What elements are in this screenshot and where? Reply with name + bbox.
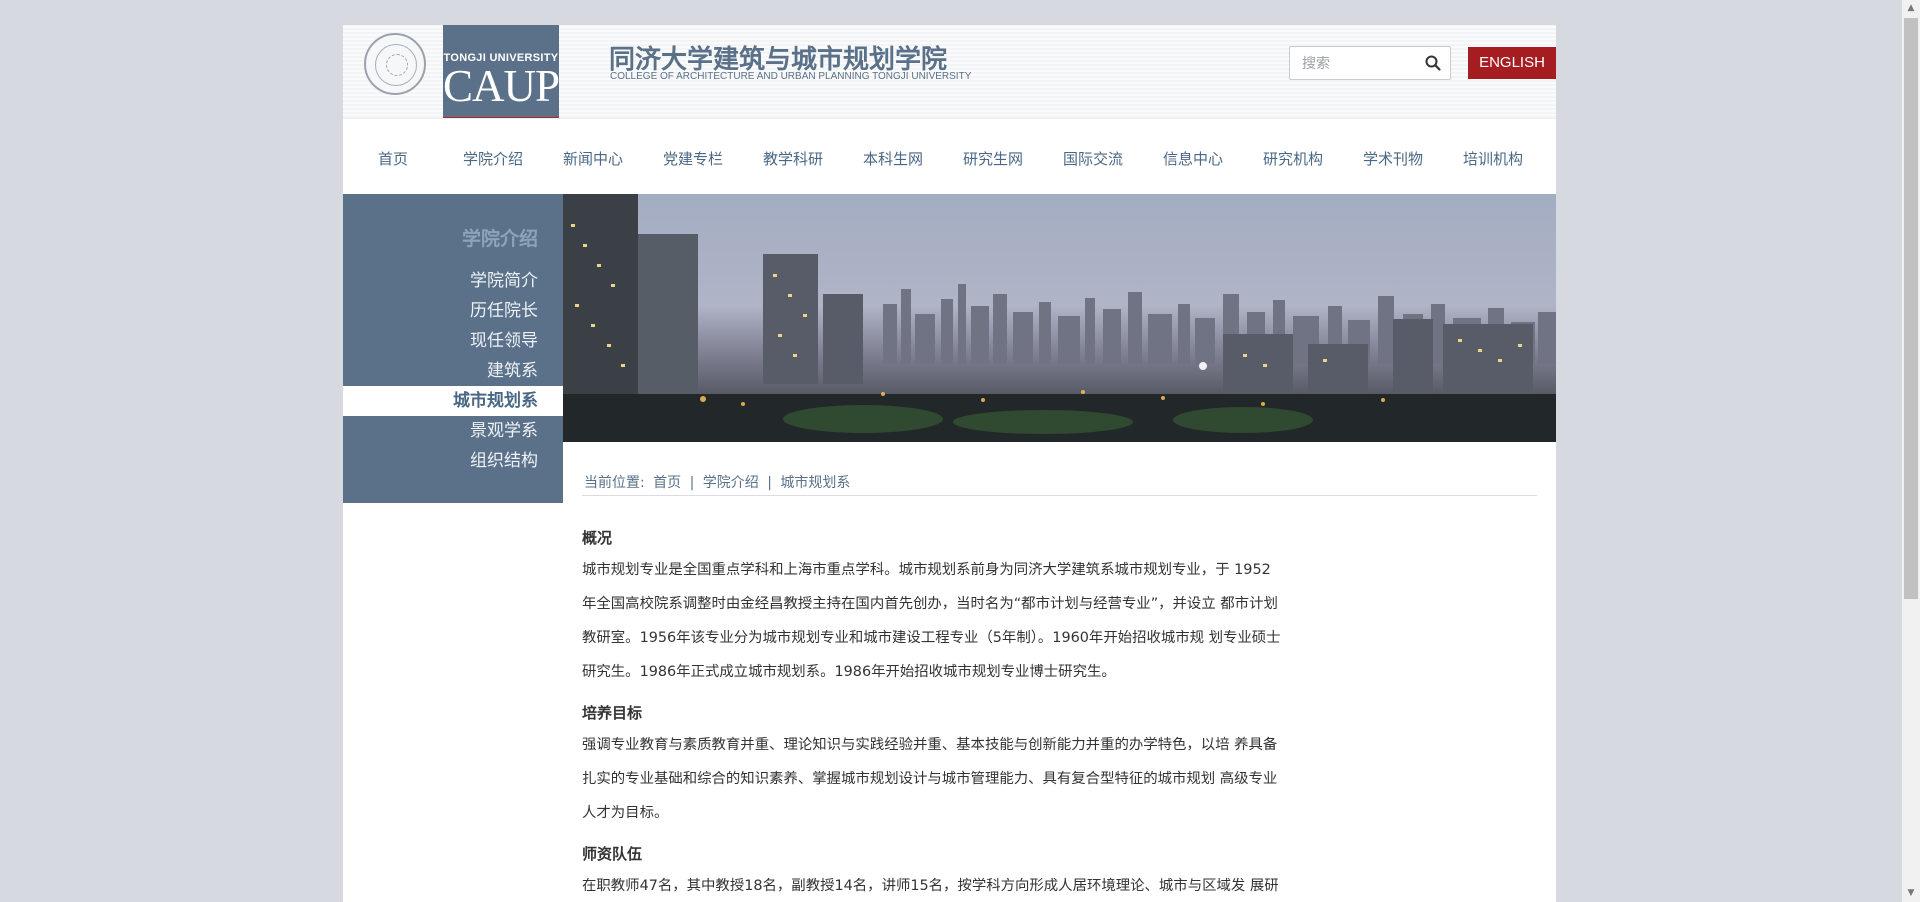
search-input[interactable] <box>1300 54 1414 74</box>
scroll-down-arrow-icon[interactable]: ▼ <box>1902 885 1920 902</box>
section-body-overview: 城市规划专业是全国重点学科和上海市重点学科。城市规划系前身为同济大学建筑系城市规… <box>582 553 1377 689</box>
nav-item-graduate[interactable]: 研究生网 <box>943 119 1043 199</box>
breadcrumb-prefix: 当前位置: <box>584 475 645 491</box>
paragraph-line: 教研室。1956年该专业分为城市规划专业和城市建设工程专业（5年制）。1960年… <box>582 630 1281 646</box>
paragraph-line: 研究生。1986年正式成立城市规划系。1986年开始招收城市规划专业博士研究生。 <box>582 664 1116 680</box>
paragraph-line: 强调专业教育与素质教育并重、理论知识与实践经验并重、基本技能与创新能力并重的办学… <box>582 737 1278 753</box>
nav-item-research-institutes[interactable]: 研究机构 <box>1243 119 1343 199</box>
nav-item-info-center[interactable]: 信息中心 <box>1143 119 1243 199</box>
sidebar: 学院介绍 学院简介 历任院长 现任领导 建筑系 城市规划系 景观学系 组织结构 <box>343 194 563 503</box>
english-button[interactable]: ENGLISH <box>1468 47 1556 79</box>
paragraph-line: 年全国高校院系调整时由金经昌教授主持在国内首先创办，当时名为“都市计划与经营专业… <box>582 596 1278 612</box>
scrollbar-thumb[interactable] <box>1904 18 1918 599</box>
paragraph-line: 城市规划专业是全国重点学科和上海市重点学科。城市规划系前身为同济大学建筑系城市规… <box>582 562 1271 578</box>
search-icon[interactable] <box>1424 54 1442 72</box>
paragraph-line: 扎实的专业基础和综合的知识素养、掌握城市规划设计与城市管理能力、具有复合型特征的… <box>582 771 1278 787</box>
scroll-up-arrow-icon[interactable]: ▲ <box>1902 0 1920 17</box>
sidebar-item-urban-planning[interactable]: 城市规划系 <box>343 386 563 416</box>
nav-item-news[interactable]: 新闻中心 <box>543 119 643 199</box>
breadcrumb-item-about[interactable]: 学院介绍 <box>703 475 759 491</box>
page-scrollbar[interactable]: ▲ ▼ <box>1902 0 1920 902</box>
breadcrumb-separator: | <box>767 475 772 491</box>
sidebar-item-former-deans[interactable]: 历任院长 <box>343 296 563 326</box>
sidebar-title: 学院介绍 <box>461 228 538 250</box>
breadcrumb-divider <box>582 495 1537 496</box>
paragraph-line: 人才为目标。 <box>582 805 669 821</box>
sidebar-item-architecture[interactable]: 建筑系 <box>343 356 563 386</box>
sidebar-item-current-leaders[interactable]: 现任领导 <box>343 326 563 356</box>
campus-banner-image <box>563 194 1556 442</box>
nav-item-party[interactable]: 党建专栏 <box>643 119 743 199</box>
breadcrumb-separator: | <box>689 475 695 491</box>
sidebar-item-organization[interactable]: 组织结构 <box>343 446 563 476</box>
sidebar-item-overview[interactable]: 学院简介 <box>343 266 563 296</box>
nav-item-training[interactable]: 培训机构 <box>1443 119 1543 199</box>
breadcrumb-item-urban-planning[interactable]: 城市规划系 <box>780 475 850 491</box>
nav-item-home[interactable]: 首页 <box>343 119 443 199</box>
main-nav: 首页 学院介绍 新闻中心 党建专栏 教学科研 本科生网 研究生网 国际交流 信息… <box>343 118 1556 199</box>
sidebar-item-landscape[interactable]: 景观学系 <box>343 416 563 446</box>
nav-item-undergraduate[interactable]: 本科生网 <box>843 119 943 199</box>
paragraph-line: 在职教师47名，其中教授18名，副教授14名，讲师15名，按学科方向形成人居环境… <box>582 878 1279 894</box>
section-body-training-goals: 强调专业教育与素质教育并重、理论知识与实践经验并重、基本技能与创新能力并重的办学… <box>582 728 1377 830</box>
search-box <box>1289 46 1451 80</box>
university-seal-logo[interactable] <box>364 33 426 95</box>
college-name-en: COLLEGE OF ARCHITECTURE AND URBAN PLANNI… <box>610 71 972 82</box>
section-title-overview: 概况 <box>582 529 613 547</box>
city-skyline-illustration <box>563 194 1556 442</box>
nav-item-journals[interactable]: 学术刊物 <box>1343 119 1443 199</box>
nav-item-about[interactable]: 学院介绍 <box>443 119 543 199</box>
nav-item-teaching-research[interactable]: 教学科研 <box>743 119 843 199</box>
breadcrumb: 当前位置: 首页 | 学院介绍 | 城市规划系 <box>582 472 852 492</box>
section-title-faculty: 师资队伍 <box>582 845 643 863</box>
page: TONGJI UNIVERSITY CAUP 同济大学建筑与城市规划学院 COL… <box>343 25 1556 902</box>
site-header: TONGJI UNIVERSITY CAUP 同济大学建筑与城市规划学院 COL… <box>343 25 1556 122</box>
section-title-training-goals: 培养目标 <box>582 704 643 722</box>
logo-caup-text: CAUP <box>443 61 560 111</box>
breadcrumb-item-home[interactable]: 首页 <box>653 475 681 491</box>
caup-logo[interactable]: TONGJI UNIVERSITY CAUP <box>443 25 560 122</box>
nav-item-international[interactable]: 国际交流 <box>1043 119 1143 199</box>
section-body-faculty: 在职教师47名，其中教授18名，副教授14名，讲师15名，按学科方向形成人居环境… <box>582 869 1377 902</box>
